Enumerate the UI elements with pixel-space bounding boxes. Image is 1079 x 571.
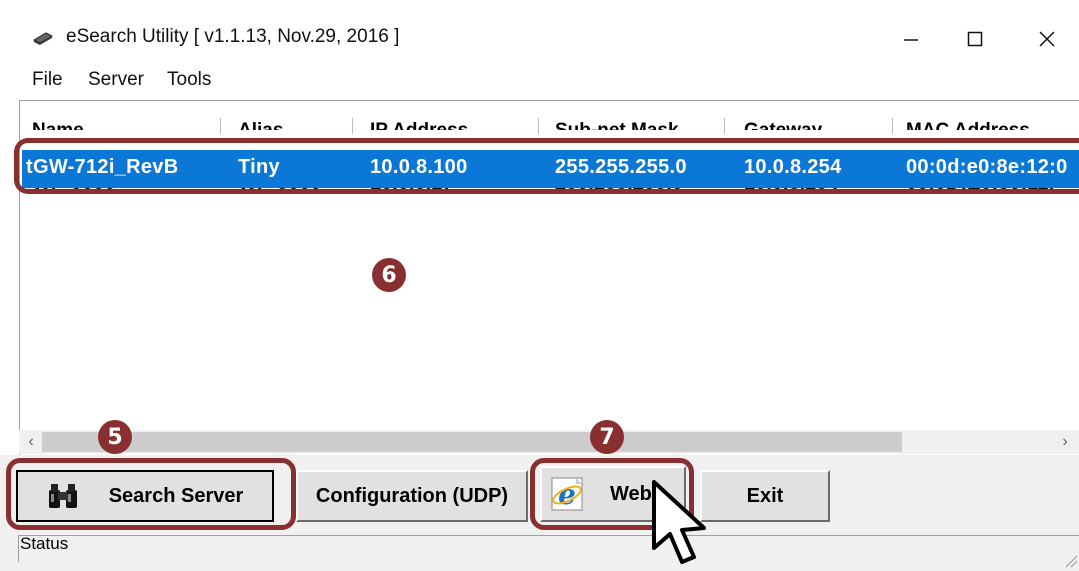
status-text: Status: [20, 534, 69, 553]
column-separator[interactable]: [220, 118, 221, 134]
column-header-name[interactable]: Name: [32, 116, 212, 130]
menu-file[interactable]: File: [32, 69, 63, 91]
close-button[interactable]: [1016, 14, 1078, 64]
configuration-udp-label: Configuration (UDP): [315, 484, 509, 507]
column-header-alias[interactable]: Alias: [238, 116, 348, 130]
column-separator[interactable]: [538, 118, 539, 134]
column-header-subnet[interactable]: Sub-net Mask: [555, 116, 715, 130]
maximize-icon: [967, 31, 983, 47]
resize-grip-icon[interactable]: [1062, 552, 1078, 568]
column-separator[interactable]: [352, 118, 353, 134]
minimize-icon: [904, 39, 918, 41]
scrollbar-thumb[interactable]: [42, 432, 902, 452]
step-7-badge: 7: [590, 420, 624, 454]
exit-label: Exit: [746, 484, 784, 507]
column-separator[interactable]: [724, 118, 725, 134]
column-separator[interactable]: [892, 118, 893, 134]
app-icon: [32, 32, 54, 45]
menu-server[interactable]: Server: [88, 69, 144, 91]
highlight-selected-row: [14, 138, 1079, 194]
menu-bar: [0, 68, 1079, 98]
column-header-mac[interactable]: MAC Address: [906, 116, 1076, 130]
maximize-button[interactable]: [944, 14, 1006, 64]
scroll-left-icon[interactable]: ‹: [22, 432, 40, 452]
window-title: eSearch Utility [ v1.1.13, Nov.29, 2016 …: [66, 26, 400, 47]
scroll-right-icon[interactable]: ›: [1056, 432, 1074, 452]
mouse-cursor-icon: [652, 480, 706, 564]
close-icon: [1039, 31, 1055, 47]
status-bar: [18, 535, 1079, 562]
column-header-ip[interactable]: IP Address: [370, 116, 530, 130]
configuration-udp-button[interactable]: Configuration (UDP): [296, 470, 528, 522]
minimize-button[interactable]: [880, 14, 942, 64]
column-header-gateway[interactable]: Gateway: [744, 116, 884, 130]
step-5-badge: 5: [98, 420, 132, 454]
step-6-badge: 6: [372, 258, 406, 292]
menu-tools[interactable]: Tools: [167, 69, 211, 91]
highlight-search-button: [6, 458, 296, 530]
